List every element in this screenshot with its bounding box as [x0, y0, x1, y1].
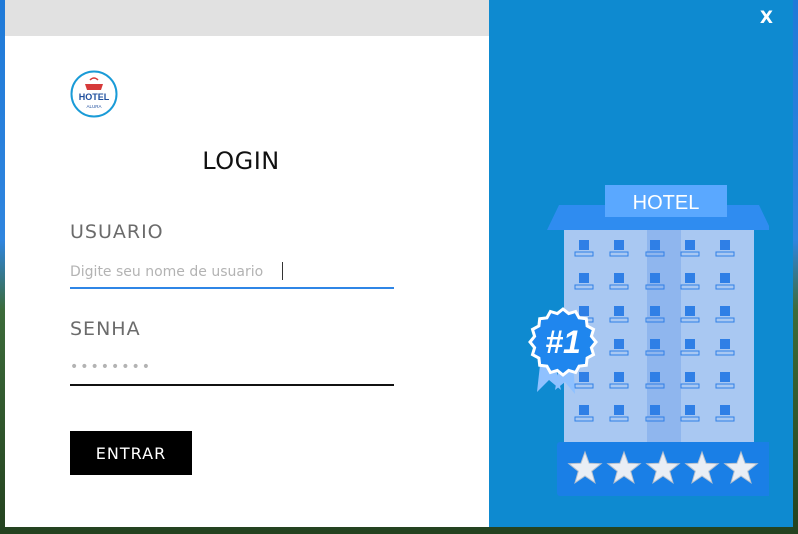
badge-text: #1 — [545, 324, 581, 360]
building-window — [579, 273, 589, 283]
building-window — [720, 240, 730, 250]
building-window — [579, 405, 589, 415]
building-window — [720, 273, 730, 283]
building-window — [614, 240, 624, 250]
building-window — [650, 339, 660, 349]
login-button[interactable]: ENTRAR — [70, 431, 192, 475]
password-value: •••••••• — [70, 359, 153, 375]
building-window — [614, 339, 624, 349]
building-window — [579, 240, 589, 250]
logo-text: HOTEL — [79, 92, 110, 102]
building-window — [614, 273, 624, 283]
username-label: USUARIO — [70, 221, 164, 243]
number-one-badge: #1 — [528, 307, 598, 377]
building-window — [720, 372, 730, 382]
password-label: SENHA — [70, 318, 141, 340]
building-window — [685, 240, 695, 250]
building-window — [614, 306, 624, 316]
hotel-sign-text: HOTEL — [633, 192, 700, 214]
login-window: HOTEL ALURA LOGIN USUARIO SENHA ••••••••… — [5, 0, 793, 527]
building-window — [650, 306, 660, 316]
building-window — [685, 306, 695, 316]
building-window — [650, 372, 660, 382]
page-title: LOGIN — [202, 147, 280, 175]
building-window — [579, 306, 589, 316]
building-window — [650, 405, 660, 415]
building-window — [685, 372, 695, 382]
logo-subtext: ALURA — [86, 104, 101, 109]
title-bar[interactable] — [5, 0, 489, 36]
building-window — [614, 405, 624, 415]
close-button[interactable]: X — [760, 8, 773, 28]
building-window — [685, 405, 695, 415]
building-window — [614, 372, 624, 382]
username-input[interactable] — [70, 257, 394, 289]
text-caret — [282, 262, 283, 280]
building-window — [685, 273, 695, 283]
building-window — [650, 240, 660, 250]
building-window — [685, 339, 695, 349]
hotel-illustration: HOTEL #1 — [528, 185, 769, 496]
building-window — [650, 273, 660, 283]
building-window — [720, 306, 730, 316]
building-window — [579, 372, 589, 382]
building-window — [720, 339, 730, 349]
illustration-panel: X HOTEL #1 — [489, 0, 793, 527]
hotel-logo: HOTEL ALURA — [70, 70, 118, 118]
building-window — [720, 405, 730, 415]
